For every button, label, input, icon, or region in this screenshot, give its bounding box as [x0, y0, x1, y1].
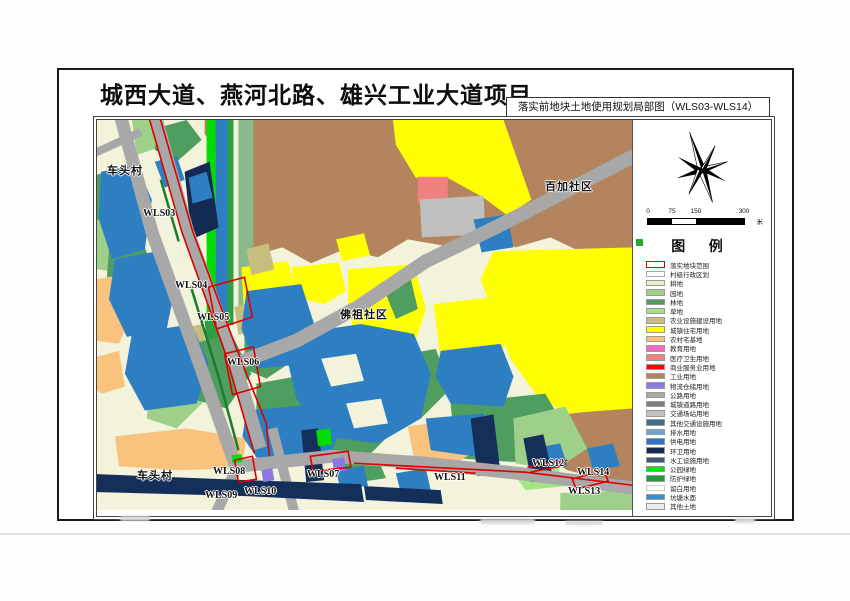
- legend-item: 商业服务业用地: [646, 362, 771, 371]
- scan-artifact-line: [0, 533, 850, 535]
- legend-swatch: [646, 475, 665, 482]
- legend-swatch: [646, 401, 665, 408]
- legend-item: 农村宅基地: [646, 334, 771, 343]
- legend-header-text: 图 例: [671, 240, 733, 255]
- scalebar: 075150300 米: [647, 208, 751, 230]
- legend-item: 耕地: [646, 279, 771, 288]
- map-label: WLS07: [307, 469, 339, 480]
- legend-item: 水工设施用地: [646, 455, 771, 464]
- legend-swatch: [646, 271, 665, 278]
- legend-swatch: [646, 289, 665, 296]
- legend-swatch: [646, 494, 665, 501]
- legend-item: 排水用地: [646, 427, 771, 436]
- legend-swatch: [646, 419, 665, 426]
- map-label: WLS05: [197, 312, 229, 323]
- legend-mini-icon: [636, 239, 643, 246]
- map-label: WLS10: [244, 486, 276, 497]
- scan-smudge: [120, 516, 150, 521]
- legend-swatch: [646, 429, 665, 436]
- legend-swatch: [646, 308, 665, 315]
- scalebar-bar: [647, 218, 745, 225]
- legend-item: 其他土地: [646, 502, 771, 511]
- legend-item: 草地: [646, 306, 771, 315]
- compass-rose-icon: [667, 128, 737, 206]
- map-label: WLS12: [532, 458, 564, 469]
- map-label: 百加社区: [545, 178, 593, 194]
- scalebar-tick: 0: [646, 208, 650, 215]
- map-label: WLS03: [143, 208, 175, 219]
- map-label: WLS08: [213, 466, 245, 477]
- legend-swatch: [646, 457, 665, 464]
- legend-item: 林地: [646, 297, 771, 306]
- legend-swatch: [646, 354, 665, 361]
- legend-swatch: [646, 364, 665, 371]
- legend-swatch: [646, 261, 665, 268]
- scalebar-unit: 米: [757, 216, 764, 226]
- legend-item: 村级行政区划: [646, 269, 771, 278]
- map-label: WLS11: [434, 472, 466, 483]
- legend-swatch: [646, 299, 665, 306]
- legend-item: 公园绿地: [646, 465, 771, 474]
- scanned-plan-sheet: 城西大道、燕河北路、雄兴工业大道项目 落实前地块土地使用规划局部图（WLS03-…: [0, 0, 850, 601]
- map-label: WLS13: [568, 486, 600, 497]
- legend-swatch: [646, 336, 665, 343]
- legend-item: 物流仓储用地: [646, 381, 771, 390]
- map-frame-inner: 车头村WLS03WLS04WLS05WLS06百加社区佛祖社区车头村WLS08W…: [96, 119, 772, 517]
- map-label: 车头村: [107, 162, 143, 178]
- map-label: WLS14: [577, 467, 609, 478]
- legend-swatch: [646, 326, 665, 333]
- scan-smudge: [480, 519, 535, 524]
- map-label: 车头村: [137, 467, 173, 483]
- legend-item: 医疗卫生用地: [646, 353, 771, 362]
- legend-item: 供电用地: [646, 437, 771, 446]
- legend-item: 城镇住宅用地: [646, 325, 771, 334]
- legend-item: 落实地块范围: [646, 260, 771, 269]
- legend-panel: 0 75 150 300 米 图 例 落实地块范围村级行政区划耕地园地林地草地农业设施…: [632, 120, 771, 516]
- scalebar-tick: 300: [739, 208, 750, 215]
- legend-swatch: [646, 438, 665, 445]
- legend-swatch: [646, 485, 665, 492]
- legend-item: 公路用地: [646, 390, 771, 399]
- legend-swatch: [646, 280, 665, 287]
- legend-swatch: [646, 447, 665, 454]
- legend-item: 教育用地: [646, 344, 771, 353]
- legend-swatch: [646, 345, 665, 352]
- legend-item-label: 其他土地: [670, 501, 696, 511]
- scan-smudge: [735, 518, 755, 523]
- legend-swatch: [646, 503, 665, 510]
- scalebar-tick: 75: [668, 208, 675, 215]
- legend-swatch: [646, 317, 665, 324]
- legend-header: 图 例: [633, 236, 771, 256]
- legend-item: 园地: [646, 288, 771, 297]
- legend-swatch: [646, 392, 665, 399]
- legend-swatch: [646, 373, 665, 380]
- legend-item: 交通场站用地: [646, 409, 771, 418]
- map-label: WLS09: [205, 490, 237, 501]
- legend-swatch: [646, 410, 665, 417]
- legend-item: 留白用地: [646, 483, 771, 492]
- legend-item: 工业用地: [646, 372, 771, 381]
- scalebar-tick: 150: [691, 208, 702, 215]
- legend-swatch: [646, 466, 665, 473]
- scan-smudge: [565, 521, 603, 525]
- legend-swatch: [646, 382, 665, 389]
- legend-item: 农业设施建设用地: [646, 316, 771, 325]
- legend-item: 防护绿地: [646, 474, 771, 483]
- legend-items: 落实地块范围村级行政区划耕地园地林地草地农业设施建设用地城镇住宅用地农村宅基地教…: [646, 260, 771, 511]
- legend-item: 坑塘水面: [646, 492, 771, 501]
- map-subtitle: 落实前地块土地使用规划局部图（WLS03-WLS14）: [506, 97, 770, 117]
- map-label: WLS04: [175, 280, 207, 291]
- legend-item: 环卫用地: [646, 446, 771, 455]
- legend-item: 城镇道路用地: [646, 399, 771, 408]
- legend-item: 其他交通设施用地: [646, 418, 771, 427]
- map-label: WLS06: [227, 357, 259, 368]
- map-canvas: 车头村WLS03WLS04WLS05WLS06百加社区佛祖社区车头村WLS08W…: [97, 120, 632, 512]
- map-frame: 车头村WLS03WLS04WLS05WLS06百加社区佛祖社区车头村WLS08W…: [93, 116, 775, 520]
- map-label: 佛祖社区: [340, 306, 388, 322]
- scalebar-ticks: 0 75 150 300: [647, 208, 751, 217]
